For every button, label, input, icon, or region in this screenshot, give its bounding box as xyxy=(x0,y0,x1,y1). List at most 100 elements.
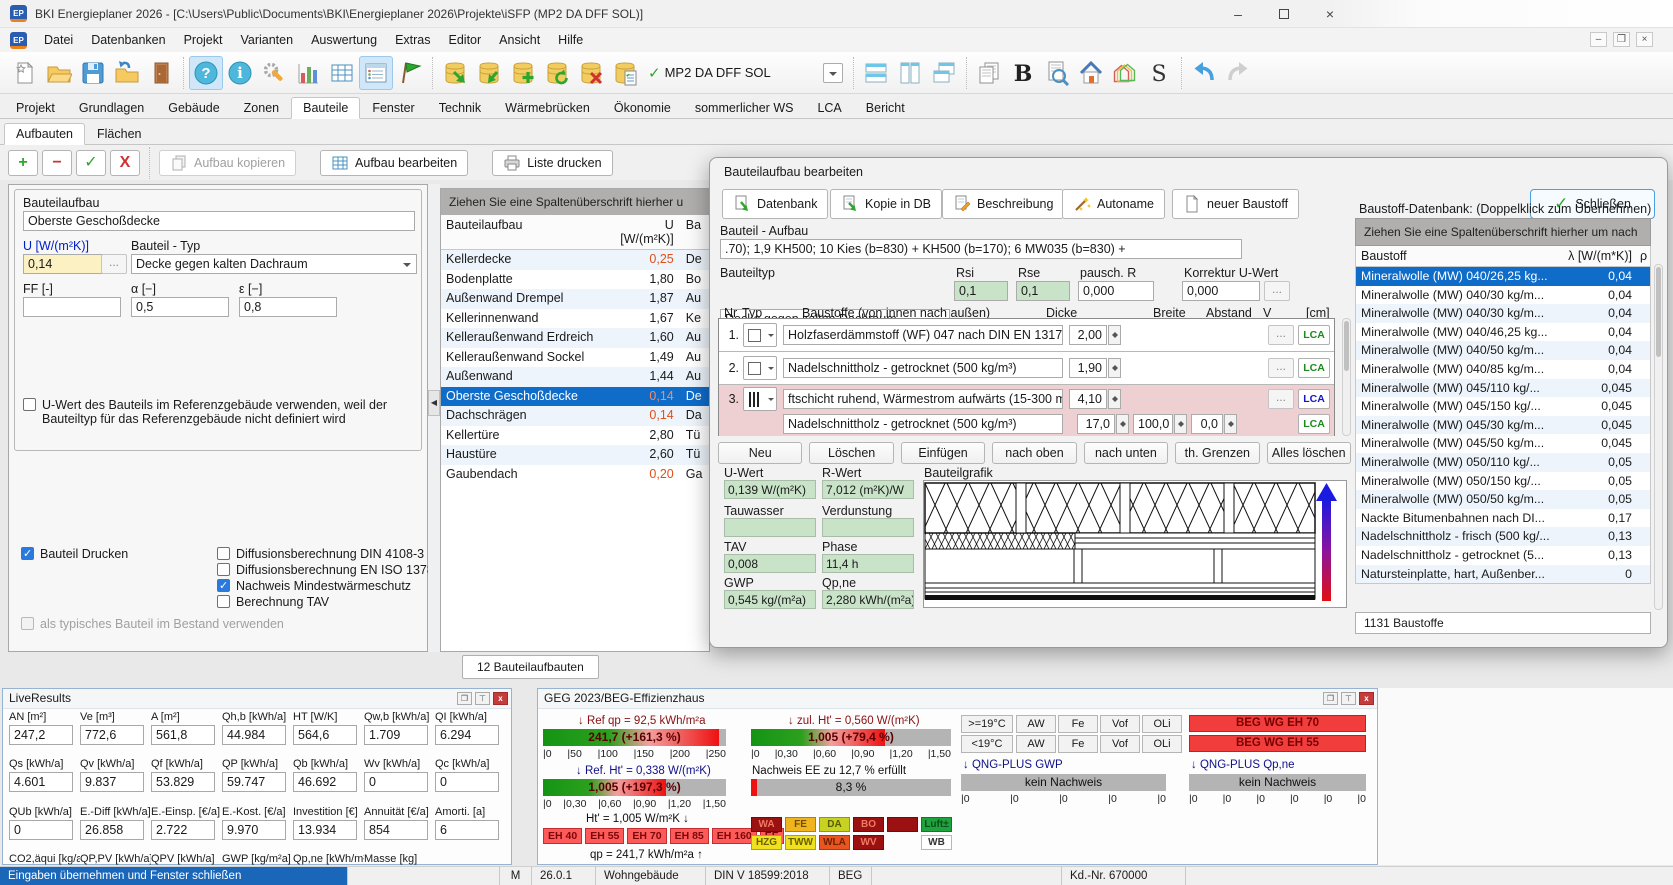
check-drucken-row[interactable]: Bauteil Drucken xyxy=(21,547,128,561)
window-close-button[interactable]: × xyxy=(1307,0,1353,28)
ref-uwert-checkbox[interactable] xyxy=(23,398,36,411)
db-col-lambda[interactable]: λ [W/(m*K)] xyxy=(1568,249,1632,263)
baustoff-row[interactable]: Mineralwolle (MW) 045/110 kg/... 0,045 xyxy=(1356,379,1650,398)
liveresult-value[interactable]: 6 xyxy=(435,820,499,840)
main-tab[interactable]: Ökonomie xyxy=(602,97,683,119)
sub-tab[interactable]: Flächen xyxy=(85,123,153,145)
print-preview-button[interactable] xyxy=(1040,56,1074,90)
liveresult-cell[interactable]: Qw,b [kWh/a]1.709 xyxy=(364,711,435,745)
layer-scrollbar[interactable] xyxy=(1342,318,1351,436)
liveresult-cell[interactable]: A [m²]561,8 xyxy=(151,711,222,745)
cancel-button[interactable]: X xyxy=(110,150,140,176)
layer-more-button[interactable]: ... xyxy=(1268,389,1294,409)
window-minimize-button[interactable]: – xyxy=(1215,0,1261,28)
component-button[interactable]: Fe xyxy=(1058,715,1098,733)
liveresult-value[interactable]: 772,6 xyxy=(80,725,144,745)
baustoff-row[interactable]: Mineralwolle (MW) 040/50 kg/m... 0,04 xyxy=(1356,341,1650,360)
main-tab[interactable]: Zonen xyxy=(232,97,291,119)
layer-action-button[interactable]: nach oben xyxy=(992,442,1076,464)
undo-button[interactable] xyxy=(1187,56,1221,90)
aufbau-row[interactable]: Kelleraußenwand Sockel 1,49 Au xyxy=(441,348,709,368)
liveresult-value[interactable]: 4.601 xyxy=(9,772,73,792)
liveresult-cell[interactable]: E.-Kost. [€/a]9.970 xyxy=(222,806,293,840)
splitter[interactable]: ◀ xyxy=(428,184,440,652)
layer-action-button[interactable]: Alles löschen xyxy=(1267,442,1351,464)
aufbau-row[interactable]: Haustüre 2,60 Tü xyxy=(441,445,709,465)
copy-aufbau-button[interactable]: Aufbau kopieren xyxy=(159,150,296,176)
liveresult-value[interactable]: 0 xyxy=(364,772,428,792)
main-tab[interactable]: Wärmebrücken xyxy=(493,97,602,119)
aufbau-row[interactable]: Kellerdecke 0,25 De xyxy=(441,250,709,270)
dicke-spinner[interactable] xyxy=(1108,389,1121,409)
split-vertical-button[interactable] xyxy=(893,56,927,90)
db-delete-button[interactable] xyxy=(574,56,608,90)
liveresult-cell[interactable]: Annuität [€/a]854 xyxy=(364,806,435,840)
liveresult-cell[interactable]: QI [kWh/a]6.294 xyxy=(435,711,506,745)
menu-item[interactable]: Datei xyxy=(35,28,82,52)
layer-type-select[interactable] xyxy=(743,356,777,380)
liveresult-cell[interactable]: E.-Diff [kWh/a]26.858 xyxy=(80,806,151,840)
window-maximize-button[interactable] xyxy=(1261,0,1307,28)
aufbau-row[interactable]: Kellertüre 2,80 Tü xyxy=(441,426,709,446)
korrektur-more-button[interactable]: ... xyxy=(1264,281,1290,301)
liveresult-cell[interactable]: QUb [kWh/a]0 xyxy=(9,806,80,840)
layer-action-button[interactable]: Einfügen xyxy=(901,442,985,464)
aufbau-row[interactable]: Oberste Geschoßdecke 0,14 De xyxy=(441,387,709,407)
help-button[interactable]: ? xyxy=(189,56,223,90)
layer-row-2[interactable]: 2. Nadelschnittholz - getrocknet (500 kg… xyxy=(719,352,1334,385)
liveresult-cell[interactable]: Amorti. [a]6 xyxy=(435,806,506,840)
liveresult-cell[interactable]: QP [kWh/a]59.747 xyxy=(222,758,293,792)
liveresult-value[interactable]: 6.294 xyxy=(435,725,499,745)
layer-more-button[interactable]: ... xyxy=(1268,325,1294,345)
project-dropdown-button[interactable] xyxy=(823,63,843,83)
diff4108-checkbox[interactable] xyxy=(217,547,230,560)
liveresult-cell[interactable]: AN [m²]247,2 xyxy=(9,711,80,745)
temp-lt19-button[interactable]: <19°C xyxy=(961,735,1013,753)
check-diff4108-row[interactable]: Diffusionsberechnung DIN 4108-3 xyxy=(217,547,424,561)
layer-lca-button[interactable]: LCA xyxy=(1298,325,1330,345)
menu-item[interactable]: Ansicht xyxy=(490,28,549,52)
layer-dicke-field[interactable]: 2,00 xyxy=(1069,325,1107,345)
component-button[interactable]: Fe xyxy=(1058,735,1098,753)
v-spinner[interactable] xyxy=(1224,414,1237,434)
baustoff-row[interactable]: Mineralwolle (MW) 050/50 kg/m... 0,05 xyxy=(1356,490,1650,509)
baustoff-row[interactable]: Mineralwolle (MW) 050/150 kg/... 0,05 xyxy=(1356,472,1650,491)
aufbau-row[interactable]: Bodenplatte 1,80 Bo xyxy=(441,270,709,290)
menu-item[interactable]: Projekt xyxy=(175,28,232,52)
reopen-project-button[interactable] xyxy=(110,56,144,90)
liveresult-value[interactable]: 1.709 xyxy=(364,725,428,745)
liveresult-cell[interactable]: Qh,b [kWh/a]44.984 xyxy=(222,711,293,745)
col-typ[interactable]: Ba xyxy=(680,218,709,246)
settings-button[interactable] xyxy=(257,56,291,90)
liveresult-cell[interactable]: HT [W/K]564,6 xyxy=(293,711,364,745)
split-horizontal-button[interactable] xyxy=(859,56,893,90)
new-project-button[interactable] xyxy=(8,56,42,90)
component-button[interactable]: AW xyxy=(1016,735,1056,753)
liveresult-value[interactable]: 0 xyxy=(9,820,73,840)
layer-material-field[interactable]: Holzfaserdämmstoff (WF) 047 nach DIN EN … xyxy=(783,325,1063,345)
save-button[interactable] xyxy=(76,56,110,90)
aufbau-row[interactable]: Dachschrägen 0,14 Da xyxy=(441,406,709,426)
open-project-button[interactable] xyxy=(42,56,76,90)
mdi-restore-button[interactable]: ❐ xyxy=(1613,32,1630,47)
layer-lca-button[interactable]: LCA xyxy=(1298,389,1330,409)
main-tab[interactable]: LCA xyxy=(805,97,853,119)
liveresult-value[interactable]: 561,8 xyxy=(151,725,215,745)
flag-button[interactable] xyxy=(393,56,427,90)
panel-pin-button[interactable]: ⊤ xyxy=(475,692,490,705)
bold-button[interactable]: B xyxy=(1006,56,1040,90)
main-tab[interactable]: Fenster xyxy=(360,97,426,119)
liveresult-value[interactable]: 2.722 xyxy=(151,820,215,840)
beschreibung-button[interactable]: Beschreibung xyxy=(942,189,1064,219)
aufbau-row[interactable]: Kelleraußenwand Erdreich 1,60 Au xyxy=(441,328,709,348)
db-import-button[interactable] xyxy=(472,56,506,90)
layer-type-select[interactable] xyxy=(743,323,777,347)
baustoff-row[interactable]: Mineralwolle (MW) 050/110 kg/... 0,05 xyxy=(1356,453,1650,472)
component-button[interactable]: AW xyxy=(1016,715,1056,733)
baustoff-row[interactable]: Nadelschnittholz - getrocknet (5... 0,13 xyxy=(1356,546,1650,565)
layer-action-button[interactable]: nach unten xyxy=(1084,442,1168,464)
layer-action-button[interactable]: Löschen xyxy=(809,442,893,464)
menu-item[interactable]: Editor xyxy=(440,28,491,52)
rse-field[interactable]: 0,1 xyxy=(1016,281,1070,301)
layer-action-button[interactable]: th. Grenzen xyxy=(1175,442,1259,464)
